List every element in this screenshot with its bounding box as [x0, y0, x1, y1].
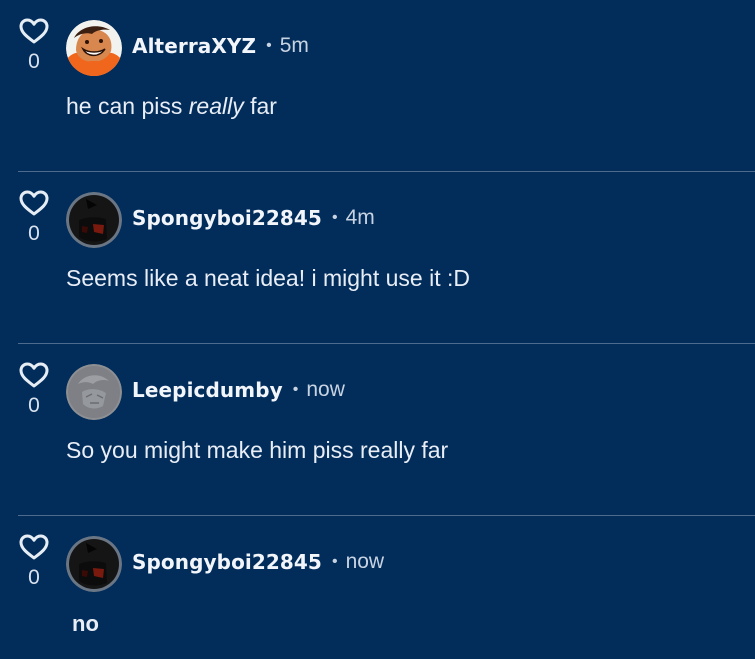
comment-item: 0 Spongyboi22845 • now no — [0, 516, 755, 659]
comment-text: So you might make him piss really far — [66, 437, 449, 463]
like-control: 0 — [18, 189, 50, 249]
like-control: 0 — [18, 17, 50, 77]
like-count: 0 — [28, 394, 40, 417]
timestamp: 4m — [345, 206, 375, 229]
comment-item: 0 Leepicdumby • now So you might make hi… — [0, 344, 755, 516]
timestamp: 5m — [279, 34, 309, 57]
avatar[interactable] — [66, 536, 122, 592]
comment-meta: AlterraXYZ • 5m — [132, 31, 309, 61]
username[interactable]: AlterraXYZ — [132, 34, 256, 58]
like-control: 0 — [18, 361, 50, 421]
separator-dot: • — [292, 381, 299, 398]
avatar[interactable] — [66, 364, 122, 420]
like-count: 0 — [28, 50, 40, 73]
separator-dot: • — [331, 209, 338, 226]
avatar-image — [66, 364, 122, 420]
like-count: 0 — [28, 566, 40, 589]
username[interactable]: Leepicdumby — [132, 378, 283, 402]
separator-dot: • — [331, 553, 338, 570]
like-control: 0 — [18, 533, 50, 593]
comments-thread: { "comments": [ { "likes": "0", "usernam… — [0, 0, 755, 659]
like-count: 0 — [28, 222, 40, 245]
separator-dot: • — [266, 37, 272, 54]
username[interactable]: Spongyboi22845 — [132, 206, 322, 230]
avatar-image — [66, 192, 122, 248]
heart-icon[interactable] — [18, 189, 50, 217]
avatar-image — [66, 20, 122, 76]
comment-text-before: he can piss — [66, 93, 189, 119]
timestamp: now — [345, 550, 385, 573]
heart-icon[interactable] — [18, 533, 50, 561]
comment-text: no — [72, 611, 99, 636]
comment-meta: Leepicdumby • now — [132, 375, 345, 405]
username[interactable]: Spongyboi22845 — [132, 550, 322, 574]
comment-meta: Spongyboi22845 • now — [132, 547, 384, 577]
comment-text: he can piss really far — [66, 89, 277, 123]
comment-meta: Spongyboi22845 • 4m — [132, 203, 375, 233]
comment-text-after: far — [243, 93, 277, 119]
comment-text: Seems like a neat idea! i might use it :… — [66, 265, 470, 291]
timestamp: now — [306, 378, 345, 401]
heart-icon[interactable] — [18, 361, 50, 389]
avatar-image — [66, 536, 122, 592]
comment-item: 0 AlterraXYZ • 5m he can piss really far — [0, 0, 755, 172]
avatar[interactable] — [66, 20, 122, 76]
heart-icon[interactable] — [18, 17, 50, 45]
comment-item: 0 Spongyboi22845 • 4m Seems like a neat … — [0, 172, 755, 344]
avatar[interactable] — [66, 192, 122, 248]
comment-text-emphasis: really — [188, 93, 244, 119]
